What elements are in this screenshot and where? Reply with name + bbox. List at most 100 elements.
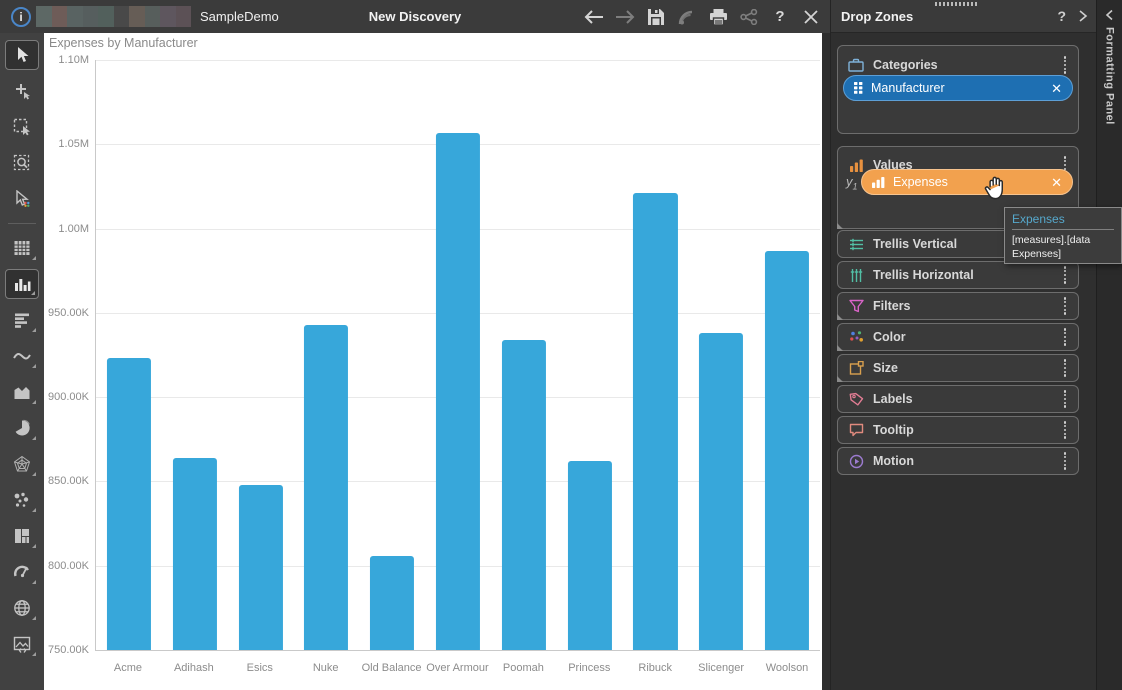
bar-adihash[interactable] <box>173 458 217 650</box>
table-chart-icon[interactable] <box>5 233 39 263</box>
size-zone[interactable]: Size <box>837 354 1079 382</box>
map-chart-icon[interactable] <box>5 593 39 623</box>
bar-chart-icon[interactable] <box>5 269 39 299</box>
bar-old-balance[interactable] <box>370 556 414 650</box>
manufacturer-field-chip[interactable]: Manufacturer ✕ <box>843 75 1073 101</box>
chart-title: Expenses by Manufacturer <box>49 36 198 50</box>
motion-icon <box>848 453 864 469</box>
motion-kebab-icon[interactable] <box>1058 452 1072 469</box>
radar-chart-icon[interactable] <box>5 449 39 479</box>
categories-label: Categories <box>873 58 1058 72</box>
expenses-chip-label: Expenses <box>893 175 1051 189</box>
plot-area: 1.10M1.05M1.00M950.00K900.00K850.00K800.… <box>95 60 820 651</box>
motion-label: Motion <box>873 454 1058 468</box>
labels-kebab-icon[interactable] <box>1058 390 1072 407</box>
color-zone[interactable]: Color <box>837 323 1079 351</box>
filters-kebab-icon[interactable] <box>1058 297 1072 314</box>
bar-over-armour[interactable] <box>436 133 480 651</box>
color-label: Color <box>873 330 1058 344</box>
bar-ribuck[interactable] <box>633 193 677 650</box>
trellis-horizontal-label: Trellis Horizontal <box>873 268 1058 282</box>
pie-chart-icon[interactable] <box>5 413 39 443</box>
bar-woolson[interactable] <box>765 251 809 651</box>
panel-grip-handle-icon[interactable] <box>935 2 979 6</box>
bar-esics[interactable] <box>238 485 282 650</box>
categories-menu-kebab-icon[interactable] <box>1058 56 1072 73</box>
redacted-block <box>129 6 145 27</box>
x-axis-label: Slicenger <box>688 662 754 676</box>
image-chart-icon[interactable] <box>5 629 39 659</box>
bar-poomah[interactable] <box>502 340 546 650</box>
formatting-panel-strip: Formatting Panel <box>1096 0 1122 690</box>
panel-collapse-chevron-right-icon[interactable] <box>1078 9 1088 23</box>
x-axis-label: Nuke <box>293 662 359 676</box>
line-chart-icon[interactable] <box>5 341 39 371</box>
back-icon[interactable] <box>583 6 605 28</box>
drop-zones-title: Drop Zones <box>841 9 913 24</box>
categories-zone[interactable]: Categories Manufacturer ✕ <box>837 45 1079 134</box>
formatting-panel-tab[interactable]: Formatting Panel <box>1104 27 1116 125</box>
redacted-block <box>160 6 176 27</box>
x-axis-label: Princess <box>556 662 622 676</box>
bar-slicenger[interactable] <box>699 333 743 650</box>
redacted-block <box>36 6 52 27</box>
labels-icon <box>848 391 864 407</box>
help-icon[interactable]: ? <box>769 6 791 28</box>
forward-icon[interactable] <box>614 6 636 28</box>
highlight-pointer-tool-icon[interactable] <box>5 184 39 214</box>
tooltip-zone[interactable]: Tooltip <box>837 416 1079 444</box>
color-kebab-icon[interactable] <box>1058 328 1072 345</box>
title-bar: i SampleDemo New Discovery ? <box>0 0 830 33</box>
field-tooltip-popup: Expenses [measures].[data Expenses] <box>1004 207 1122 264</box>
feed-icon[interactable] <box>676 6 698 28</box>
panel-help-icon[interactable]: ? <box>1057 8 1066 24</box>
size-kebab-icon[interactable] <box>1058 359 1072 376</box>
marquee-select-tool-icon[interactable] <box>5 112 39 142</box>
info-icon[interactable]: i <box>11 7 31 27</box>
labels-zone[interactable]: Labels <box>837 385 1079 413</box>
select-cursor-tool-icon[interactable] <box>5 40 39 70</box>
add-pointer-tool-icon[interactable] <box>5 76 39 106</box>
y-axis-tick-label: 1.10M <box>58 54 89 66</box>
x-axis-label: Over Armour <box>425 662 491 676</box>
x-axis-label: Adihash <box>161 662 227 676</box>
expenses-field-chip[interactable]: Expenses ✕ <box>861 169 1073 195</box>
redacted-block <box>98 6 114 27</box>
horizontal-bar-chart-icon[interactable] <box>5 305 39 335</box>
filters-label: Filters <box>873 299 1058 313</box>
tooltip-field-name: Expenses <box>1012 212 1114 230</box>
trellis-horizontal-zone[interactable]: Trellis Horizontal <box>837 261 1079 289</box>
motion-zone[interactable]: Motion <box>837 447 1079 475</box>
gauge-chart-icon[interactable] <box>5 557 39 587</box>
tooltip-kebab-icon[interactable] <box>1058 421 1072 438</box>
color-icon <box>848 329 864 345</box>
redacted-project-path <box>36 6 191 27</box>
bar-acme[interactable] <box>107 358 151 650</box>
manufacturer-remove-icon[interactable]: ✕ <box>1051 82 1062 95</box>
bar-nuke[interactable] <box>304 325 348 650</box>
scatter-chart-icon[interactable] <box>5 485 39 515</box>
drop-zones-panel: Drop Zones ? Categories Manufacturer ✕ <box>830 0 1096 690</box>
trellis-horizontal-kebab-icon[interactable] <box>1058 266 1072 283</box>
chart-canvas[interactable]: Expenses by Manufacturer 1.10M1.05M1.00M… <box>44 33 822 690</box>
measure-bars-icon <box>872 177 885 188</box>
bar-princess[interactable] <box>568 461 612 650</box>
close-icon[interactable] <box>800 6 822 28</box>
area-chart-icon[interactable] <box>5 377 39 407</box>
expenses-remove-icon[interactable]: ✕ <box>1051 176 1062 189</box>
zoom-select-tool-icon[interactable] <box>5 148 39 178</box>
tooltip-field-path: [measures].[data Expenses] <box>1012 233 1114 261</box>
filters-zone[interactable]: Filters <box>837 292 1079 320</box>
tooltip-icon <box>848 422 864 438</box>
print-icon[interactable] <box>707 6 729 28</box>
share-icon[interactable] <box>738 6 760 28</box>
trellis-vertical-icon <box>848 236 864 252</box>
formatting-panel-chevron-left-icon[interactable] <box>1104 9 1116 21</box>
y-axis-tick-label: 900.00K <box>48 391 89 403</box>
redacted-block <box>114 6 130 27</box>
x-axis-labels: AcmeAdihashEsicsNukeOld BalanceOver Armo… <box>95 662 820 676</box>
size-label: Size <box>873 361 1058 375</box>
y-axis-tick-label: 1.05M <box>58 138 89 150</box>
treemap-chart-icon[interactable] <box>5 521 39 551</box>
save-icon[interactable] <box>645 6 667 28</box>
